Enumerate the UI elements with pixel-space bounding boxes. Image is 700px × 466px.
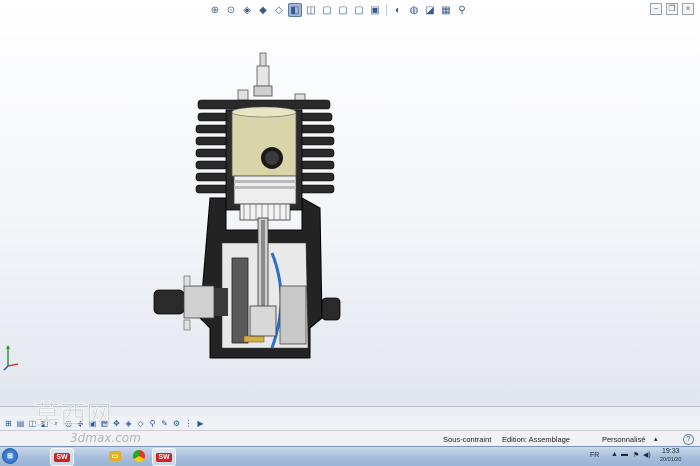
- zoom-to-area-icon[interactable]: ⊙: [224, 3, 238, 17]
- help-icon[interactable]: ?: [683, 434, 694, 445]
- component-icon[interactable]: ◆: [75, 418, 86, 429]
- pattern-icon[interactable]: ▦: [99, 418, 110, 429]
- graphics-area[interactable]: ⊕ ⊙ ◈ ◆ ◇ ◧ ◫ ▢ ▢ ▢ ▣ ◐ ◍ ◪ ▦ ⚲ – ❐ ×: [0, 0, 700, 406]
- exploded-view-icon[interactable]: ◈: [123, 418, 134, 429]
- explorer-task-icon[interactable]: ▭: [104, 448, 126, 464]
- section-view-icon[interactable]: ◧: [288, 3, 302, 17]
- axis-triad-icon: [3, 345, 19, 371]
- units-menu[interactable]: Personnalisé: [602, 435, 645, 444]
- solidworks-task-icon[interactable]: SW: [50, 448, 74, 466]
- display-style-icon[interactable]: ▣: [368, 3, 382, 17]
- right-view-icon[interactable]: ▢: [352, 3, 366, 17]
- cube-view-icon[interactable]: ◆: [256, 3, 270, 17]
- constraint-status: Sous-contraint: [443, 435, 492, 444]
- restore-icon[interactable]: ❐: [666, 3, 678, 15]
- show-hidden-icons-icon[interactable]: ▲: [611, 451, 618, 458]
- apply-scene-icon[interactable]: ◪: [423, 3, 437, 17]
- language-indicator[interactable]: FR: [590, 452, 599, 459]
- windows-taskbar: ⊞ SW ▭ SW FR ▲ ▬ ⚑ ◀) 19:33 20/01/20: [0, 446, 700, 466]
- move-component-icon[interactable]: ✥: [111, 418, 122, 429]
- smart-fastener-icon[interactable]: ⚙: [171, 418, 182, 429]
- top-view-icon[interactable]: ▢: [336, 3, 350, 17]
- dimxpert-icon[interactable]: ◧: [39, 418, 50, 429]
- assembly-icon[interactable]: ▣: [87, 418, 98, 429]
- flag-icon[interactable]: ⚑: [633, 451, 639, 459]
- edit-appearance-icon[interactable]: ◍: [407, 3, 421, 17]
- minimize-icon[interactable]: –: [650, 3, 662, 15]
- engine-section-model[interactable]: [140, 48, 360, 378]
- volume-icon[interactable]: ◀): [643, 451, 651, 459]
- document-window-controls: – ❐ ×: [650, 3, 694, 15]
- previous-view-icon[interactable]: ◈: [240, 3, 254, 17]
- heads-up-view-toolbar: ⊕ ⊙ ◈ ◆ ◇ ◧ ◫ ▢ ▢ ▢ ▣ ◐ ◍ ◪ ▦ ⚲: [208, 2, 469, 18]
- feature-toolbar: ⊞ ▤ ◫ ◧ ◐ ◎ ◆ ▣ ▦ ✥ ◈ ◇ ⚲ ✎ ⚙ ⋮ ▶: [0, 416, 700, 430]
- feature-tree-icon[interactable]: ⊞: [3, 418, 14, 429]
- measure-icon[interactable]: ⚲: [455, 3, 469, 17]
- display-manager-icon[interactable]: ◐: [51, 418, 62, 429]
- front-view-icon[interactable]: ▢: [320, 3, 334, 17]
- solidworks-second-task-icon[interactable]: SW: [152, 448, 176, 466]
- property-manager-icon[interactable]: ▤: [15, 418, 26, 429]
- evaluate-icon[interactable]: ⚲: [147, 418, 158, 429]
- status-bar: Sous-contraint Edition: Assemblage Perso…: [0, 430, 700, 447]
- iso-view-icon[interactable]: ◇: [272, 3, 286, 17]
- configuration-icon[interactable]: ◫: [27, 418, 38, 429]
- clock-date[interactable]: 20/01/20: [660, 457, 681, 463]
- units-dropdown-icon[interactable]: ▴: [654, 435, 658, 443]
- close-icon[interactable]: ×: [682, 3, 694, 15]
- network-icon[interactable]: ▬: [621, 451, 628, 458]
- zoom-to-fit-icon[interactable]: ⊕: [208, 3, 222, 17]
- system-tray: FR ▲ ▬ ⚑ ◀) 19:33 20/01/20: [580, 447, 700, 466]
- linear-pattern-icon[interactable]: ⋮: [183, 418, 194, 429]
- toolbar-separator: [386, 4, 387, 16]
- mate-icon[interactable]: ◎: [63, 418, 74, 429]
- clock-time[interactable]: 19:33: [662, 448, 680, 455]
- view-settings-icon[interactable]: ▦: [439, 3, 453, 17]
- reference-geometry-icon[interactable]: ◇: [135, 418, 146, 429]
- edit-mode-status: Edition: Assemblage: [502, 435, 570, 444]
- start-button-icon[interactable]: ⊞: [2, 448, 18, 464]
- hide-show-items-icon[interactable]: ◐: [391, 3, 405, 17]
- chrome-task-icon[interactable]: [128, 448, 150, 464]
- sketch-icon[interactable]: ✎: [159, 418, 170, 429]
- view-orientation-icon[interactable]: ◫: [304, 3, 318, 17]
- motion-study-icon[interactable]: ▶: [195, 418, 206, 429]
